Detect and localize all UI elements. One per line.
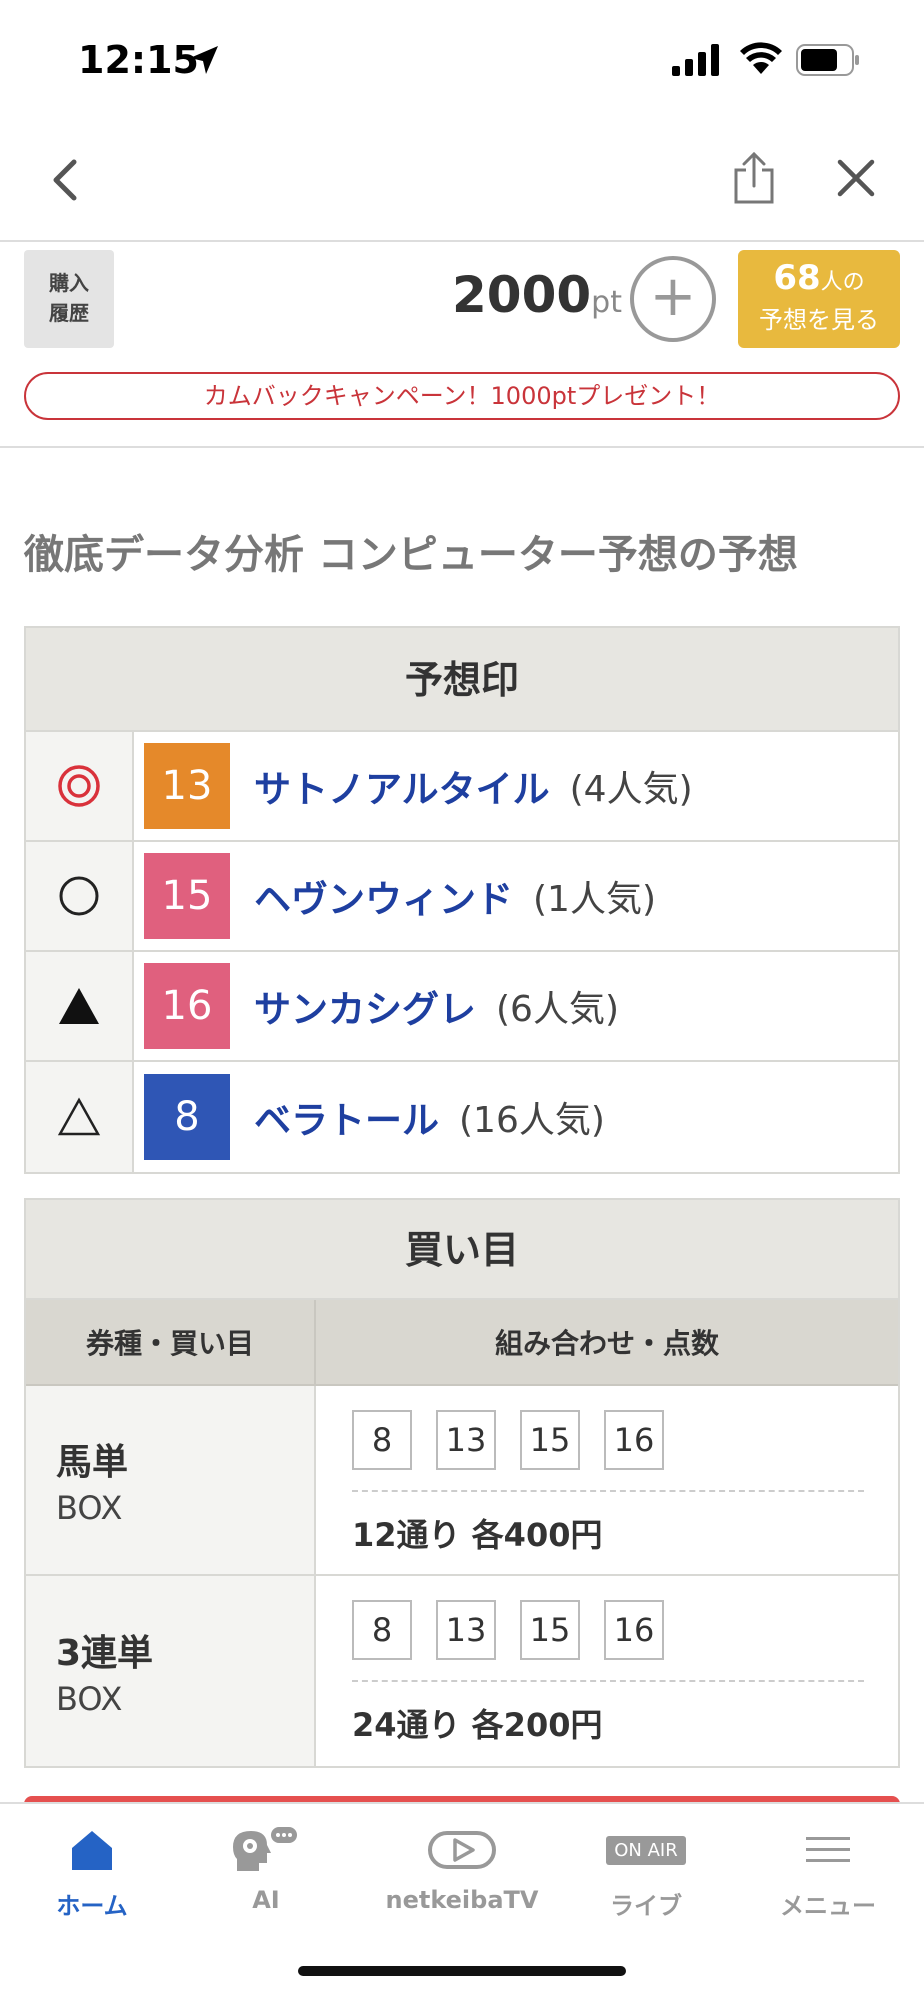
horse-cell: 8 ベラトール (16人気) xyxy=(134,1062,898,1172)
bet-row: 馬単 BOX 8 13 15 16 12通り 各400円 xyxy=(26,1386,898,1576)
double-circle-mark-icon xyxy=(58,765,100,807)
combo-number: 16 xyxy=(604,1600,664,1660)
mark-row: 16 サンカシグレ (6人気) xyxy=(26,952,898,1062)
home-indicator xyxy=(298,1966,626,1976)
horse-number-badge: 15 xyxy=(144,853,230,939)
mark-cell xyxy=(26,732,134,840)
open-triangle-mark-icon xyxy=(57,1097,101,1136)
mark-row: 13 サトノアルタイル (4人気) xyxy=(26,732,898,842)
purchase-history-button[interactable]: 購入 履歴 xyxy=(24,250,114,348)
prediction-marks-table: 予想印 13 サトノアルタイル (4人気) 15 ヘヴンウィンド (1人気) 1… xyxy=(24,626,900,1174)
horse-number-badge: 8 xyxy=(144,1074,230,1160)
horse-number-badge: 16 xyxy=(144,963,230,1049)
combo-number: 15 xyxy=(520,1600,580,1660)
back-chevron-icon[interactable] xyxy=(46,156,86,204)
bet-type-name: 3連単 xyxy=(56,1633,154,1674)
combo-number: 16 xyxy=(604,1410,664,1470)
tab-menu-label: メニュー xyxy=(780,1892,876,1920)
purchase-history-label-line1: 購入 xyxy=(49,271,89,295)
points-balance: 2000pt xyxy=(452,266,622,324)
on-air-badge: ON AIR xyxy=(606,1835,686,1865)
tab-menu[interactable]: メニュー xyxy=(748,1822,908,1921)
status-time: 12:15 xyxy=(78,38,199,82)
tab-ai-label: AI xyxy=(252,1886,280,1914)
bet-combo-cell: 8 13 15 16 24通り 各200円 xyxy=(316,1576,898,1766)
mark-row: 8 ベラトール (16人気) xyxy=(26,1062,898,1172)
ai-head-icon xyxy=(233,1827,297,1871)
bet-type-name: 馬単 xyxy=(56,1442,129,1483)
bet-combo-cell: 8 13 15 16 12通り 各400円 xyxy=(316,1386,898,1574)
bet-type-column-header: 券種・買い目 xyxy=(26,1300,316,1384)
combo-summary: 24通り 各200円 xyxy=(352,1706,603,1744)
filled-triangle-mark-icon xyxy=(59,988,99,1024)
horse-popularity: (6人気) xyxy=(496,989,619,1030)
combo-number: 15 xyxy=(520,1410,580,1470)
view-predictions-label: 予想を見る xyxy=(759,306,879,334)
bets-header: 買い目 xyxy=(26,1200,898,1300)
combo-number: 8 xyxy=(352,1600,412,1660)
tab-live[interactable]: ON AIR ライブ xyxy=(566,1822,726,1921)
combo-number: 13 xyxy=(436,1600,496,1660)
circle-mark-icon xyxy=(59,876,99,916)
point-bar: 購入 履歴 2000pt + 68人の 予想を見る xyxy=(0,242,924,352)
tv-play-icon xyxy=(428,1831,496,1869)
horse-name-link[interactable]: サトノアルタイル xyxy=(254,759,550,813)
horse-name-link[interactable]: サンカシグレ xyxy=(254,979,476,1033)
combination-column-header: 組み合わせ・点数 xyxy=(494,1327,719,1360)
bet-row: 3連単 BOX 8 13 15 16 24通り 各200円 xyxy=(26,1576,898,1766)
tab-ai[interactable]: AI xyxy=(186,1822,346,1914)
horse-cell: 13 サトノアルタイル (4人気) xyxy=(134,732,898,840)
mark-cell xyxy=(26,842,134,950)
horse-popularity: (1人気) xyxy=(533,879,656,920)
predictors-count: 68 xyxy=(773,258,821,298)
tab-home[interactable]: ホーム xyxy=(12,1822,172,1921)
marks-header: 予想印 xyxy=(26,628,898,732)
share-icon[interactable] xyxy=(730,150,778,206)
nav-bar xyxy=(0,120,924,242)
home-icon xyxy=(72,1831,112,1870)
page-title: 徹底データ分析 コンピューター予想の予想 xyxy=(24,532,798,578)
view-predictions-button[interactable]: 68人の 予想を見る xyxy=(738,250,900,348)
tab-live-label: ライブ xyxy=(610,1892,682,1920)
close-icon[interactable] xyxy=(836,158,876,198)
campaign-banner[interactable]: カムバックキャンペーン！1000ptプレゼント！ xyxy=(24,372,900,420)
bet-type-sub: BOX xyxy=(56,1489,123,1527)
purchase-history-label-line2: 履歴 xyxy=(49,301,89,325)
status-bar: 12:15 xyxy=(0,0,924,120)
combo-summary: 12通り 各400円 xyxy=(352,1516,603,1554)
location-arrow-icon xyxy=(190,46,218,74)
wifi-icon xyxy=(740,42,782,74)
bets-column-headers: 券種・買い目 組み合わせ・点数 xyxy=(26,1300,898,1386)
battery-icon xyxy=(796,44,859,76)
bets-table: 買い目 券種・買い目 組み合わせ・点数 馬単 BOX 8 13 15 16 12… xyxy=(24,1198,900,1768)
combo-number: 13 xyxy=(436,1410,496,1470)
tab-netkeibatv[interactable]: netkeibaTV xyxy=(382,1822,542,1914)
tab-home-label: ホーム xyxy=(56,1892,128,1920)
bet-type-cell: 3連単 BOX xyxy=(26,1576,316,1766)
horse-number-badge: 13 xyxy=(144,743,230,829)
mark-row: 15 ヘヴンウィンド (1人気) xyxy=(26,842,898,952)
cellular-signal-icon xyxy=(672,44,719,76)
mark-cell xyxy=(26,1062,134,1172)
combo-numbers: 8 13 15 16 xyxy=(352,1410,864,1492)
tab-netkeibatv-label: netkeibaTV xyxy=(385,1886,539,1914)
bet-type-sub: BOX xyxy=(56,1680,123,1718)
horse-name-link[interactable]: ベラトール xyxy=(254,1090,439,1144)
mark-cell xyxy=(26,952,134,1060)
divider xyxy=(0,446,924,448)
horse-cell: 16 サンカシグレ (6人気) xyxy=(134,952,898,1060)
add-points-button[interactable]: + xyxy=(630,256,716,342)
horse-name-link[interactable]: ヘヴンウィンド xyxy=(254,869,513,923)
horse-cell: 15 ヘヴンウィンド (1人気) xyxy=(134,842,898,950)
combo-number: 8 xyxy=(352,1410,412,1470)
points-unit: pt xyxy=(591,285,622,320)
combo-numbers: 8 13 15 16 xyxy=(352,1600,864,1682)
points-value: 2000 xyxy=(452,266,592,324)
bet-type-cell: 馬単 BOX xyxy=(26,1386,316,1574)
hamburger-menu-icon xyxy=(806,1837,850,1862)
predictors-suffix: 人の xyxy=(820,270,865,295)
horse-popularity: (16人気) xyxy=(459,1100,605,1141)
horse-popularity: (4人気) xyxy=(569,769,693,810)
